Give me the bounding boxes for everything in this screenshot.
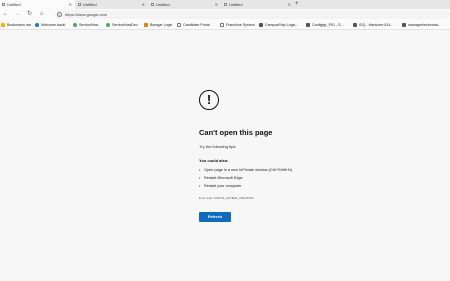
bookmark-label: Franchise System [226, 23, 255, 27]
bookmark-item[interactable]: manageelectronics... [402, 20, 449, 30]
bookmark-item[interactable]: IDQ - Hardcore 814... [353, 20, 400, 30]
page-favicon-icon [78, 3, 81, 6]
tab-label: Untitled [156, 2, 170, 7]
bookmark-favicon-icon [106, 23, 110, 27]
bookmark-favicon-icon [259, 23, 263, 27]
tab-label: Untitled [7, 2, 21, 7]
new-tab-icon[interactable]: + [295, 0, 299, 9]
tab-1[interactable]: Untitled ✕ [0, 0, 75, 9]
exclamation-icon: ! [199, 90, 219, 110]
folder-icon [1, 23, 5, 27]
bookmark-favicon-icon [402, 23, 406, 27]
page-favicon-icon [151, 3, 154, 6]
bookmark-label: ServiceNowDev [112, 23, 138, 27]
forward-arrow-icon[interactable]: → [13, 10, 22, 19]
bookmark-item[interactable]: CampusShip Login... [259, 20, 304, 30]
bookmark-item[interactable]: Bookmarks bar [1, 20, 32, 30]
page-title: Can't open this page [199, 128, 273, 137]
bookmark-label: Welcome back! [41, 23, 66, 27]
bookmark-label: IDQ - Hardcore 814... [359, 23, 394, 27]
tab-2[interactable]: Untitled ✕ [76, 0, 148, 9]
list-item: Open page in a new InPrivate window (Ctr… [199, 167, 292, 175]
bookmark-label: Bookmarks bar [7, 23, 32, 27]
bookmarks-bar: Bookmarks bar Welcome back! ServiceNow S… [0, 20, 450, 30]
error-code: Error code: STATUS_ACCESS_VIOLATION [199, 196, 254, 200]
home-icon[interactable]: ⌂ [37, 10, 46, 19]
toolbar: ← → ↻ ⌂ i https://www.google.com [0, 9, 450, 20]
list-item: Restart your computer [199, 183, 292, 191]
bookmark-favicon-icon [306, 23, 310, 27]
bookmark-item[interactable]: Configfgr_P01 - S... [306, 20, 351, 30]
url-text: https://www.google.com [65, 12, 108, 17]
bookmark-item[interactable]: ServiceNow [73, 20, 103, 30]
bookmark-item[interactable]: Candidate Portal [177, 20, 217, 30]
bookmark-item[interactable]: ServiceNowDev [106, 20, 141, 30]
bookmark-label: Configfgr_P01 - S... [312, 23, 344, 27]
tab-close-icon[interactable]: ✕ [215, 0, 218, 9]
tab-close-icon[interactable]: ✕ [142, 0, 145, 9]
could-also-label: You could also: [199, 158, 229, 163]
tab-label: Untitled [83, 2, 97, 7]
bookmark-item[interactable]: Bomgar Login [144, 20, 174, 30]
tab-close-icon[interactable]: ✕ [288, 0, 291, 9]
tips-list: Open page in a new InPrivate window (Ctr… [199, 167, 292, 191]
bookmark-favicon-icon [144, 23, 148, 27]
tips-intro: Try the following tips: [199, 144, 237, 149]
back-arrow-icon[interactable]: ← [1, 10, 10, 19]
site-info-icon[interactable]: i [57, 12, 62, 17]
refresh-button[interactable]: Refresh [199, 212, 231, 222]
bookmark-label: Candidate Portal [183, 23, 210, 27]
bookmark-item[interactable]: Welcome back! [35, 20, 70, 30]
list-item: Restart Microsoft Edge [199, 175, 292, 183]
bookmark-favicon-icon [73, 23, 77, 27]
page-icon [177, 23, 181, 27]
bookmark-label: manageelectronics... [408, 23, 442, 27]
bookmark-item[interactable]: Franchise System [220, 20, 257, 30]
bookmark-label: Bomgar Login [150, 23, 173, 27]
bookmark-favicon-icon [35, 23, 39, 27]
page-icon [220, 23, 224, 27]
tab-close-icon[interactable]: ✕ [69, 0, 72, 9]
address-bar[interactable]: i https://www.google.com [55, 10, 450, 19]
bookmark-label: CampusShip Login... [265, 23, 299, 27]
bookmark-label: ServiceNow [79, 23, 99, 27]
page-favicon-icon [2, 3, 5, 6]
tab-label: Untitled [229, 2, 243, 7]
tab-4[interactable]: Untitled ✕ [222, 0, 294, 9]
tab-3[interactable]: Untitled ✕ [149, 0, 221, 9]
page-favicon-icon [224, 3, 227, 6]
bookmark-favicon-icon [353, 23, 357, 27]
refresh-icon[interactable]: ↻ [25, 10, 34, 19]
tab-strip: Untitled ✕ Untitled ✕ Untitled ✕ Untitle… [0, 0, 450, 9]
